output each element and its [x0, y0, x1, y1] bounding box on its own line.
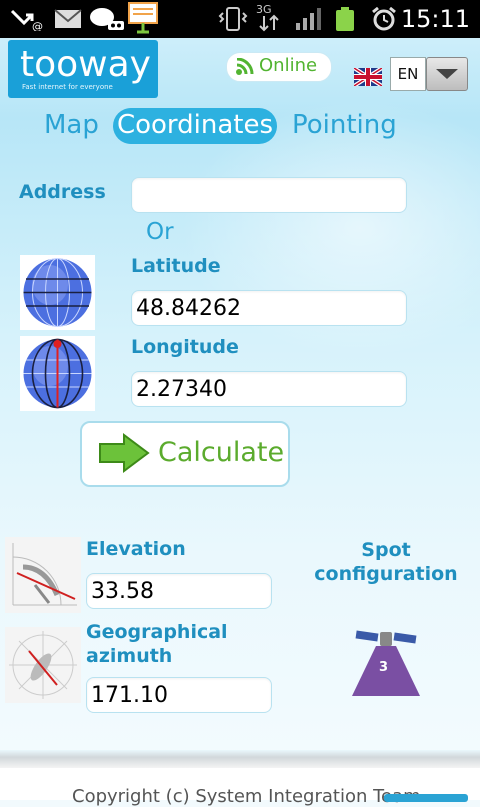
longitude-label: Longitude	[131, 336, 239, 358]
address-input[interactable]	[132, 178, 406, 212]
tab-coordinates[interactable]: Coordinates	[113, 108, 277, 144]
calculate-button[interactable]: Calculate	[80, 421, 290, 487]
vibrate-icon	[218, 7, 248, 31]
language-dropdown-button[interactable]	[426, 57, 468, 91]
azimuth-field[interactable]	[86, 677, 272, 713]
latitude-label: Latitude	[131, 255, 221, 277]
azimuth-label-line1: Geographical	[86, 621, 228, 643]
tab-pointing[interactable]: Pointing	[292, 108, 397, 144]
or-label: Or	[146, 219, 174, 245]
mail-icon	[54, 9, 82, 28]
missed-call-icon: @	[10, 9, 43, 31]
tab-map[interactable]: Map	[44, 108, 99, 144]
elevation-value[interactable]	[87, 574, 271, 608]
uk-flag-icon[interactable]	[354, 68, 382, 86]
logo-tagline: Fast internet for everyone	[22, 83, 113, 91]
latitude-globe-icon	[20, 255, 95, 330]
footer-divider	[0, 750, 480, 768]
spot-configuration-label: Spot configuration	[312, 538, 460, 586]
spot-label-line1: Spot	[361, 539, 411, 561]
longitude-globe-icon	[20, 336, 95, 411]
azimuth-label-line2: azimuth	[86, 645, 173, 667]
spot-number: 3	[379, 660, 389, 675]
presentation-icon	[128, 2, 158, 34]
elevation-diagram-icon	[5, 537, 81, 613]
azimuth-label: Geographical azimuth	[86, 620, 228, 668]
signal-icon	[296, 8, 321, 30]
footer: Copyright (c) System Integration Team	[0, 768, 480, 807]
address-label: Address	[19, 181, 106, 203]
data-arrows-icon	[259, 14, 279, 32]
azimuth-value[interactable]	[87, 678, 271, 712]
status-bar: @ 3G 15:11	[0, 0, 480, 38]
latitude-input[interactable]	[132, 291, 406, 325]
latitude-field[interactable]	[131, 290, 407, 326]
logo-text: tooway	[20, 44, 151, 85]
elevation-field[interactable]	[86, 573, 272, 609]
arrow-right-icon	[99, 433, 150, 473]
rss-icon	[236, 58, 254, 75]
azimuth-diagram-icon	[5, 627, 81, 703]
alarm-icon	[372, 7, 396, 31]
language-selector[interactable]: EN	[390, 57, 468, 91]
svg-text:@: @	[32, 20, 43, 31]
online-status-badge[interactable]: Online	[226, 52, 332, 82]
online-label: Online	[259, 55, 318, 76]
elevation-label: Elevation	[86, 538, 186, 560]
spot-label-line2: configuration	[314, 563, 458, 585]
calculate-label: Calculate	[158, 437, 285, 468]
longitude-input[interactable]	[132, 372, 406, 406]
footer-logo-icon	[384, 794, 468, 802]
clock: 15:11	[400, 5, 470, 33]
address-field[interactable]	[131, 177, 407, 213]
language-value: EN	[390, 57, 426, 91]
longitude-field[interactable]	[131, 371, 407, 407]
copyright-text: Copyright (c) System Integration Team	[72, 786, 421, 807]
voicemail-icon	[90, 8, 124, 30]
battery-icon	[336, 7, 354, 31]
tooway-logo: tooway Fast internet for everyone	[8, 40, 158, 98]
chevron-down-icon	[436, 69, 458, 79]
spot-configuration-button[interactable]: 3	[352, 628, 420, 698]
